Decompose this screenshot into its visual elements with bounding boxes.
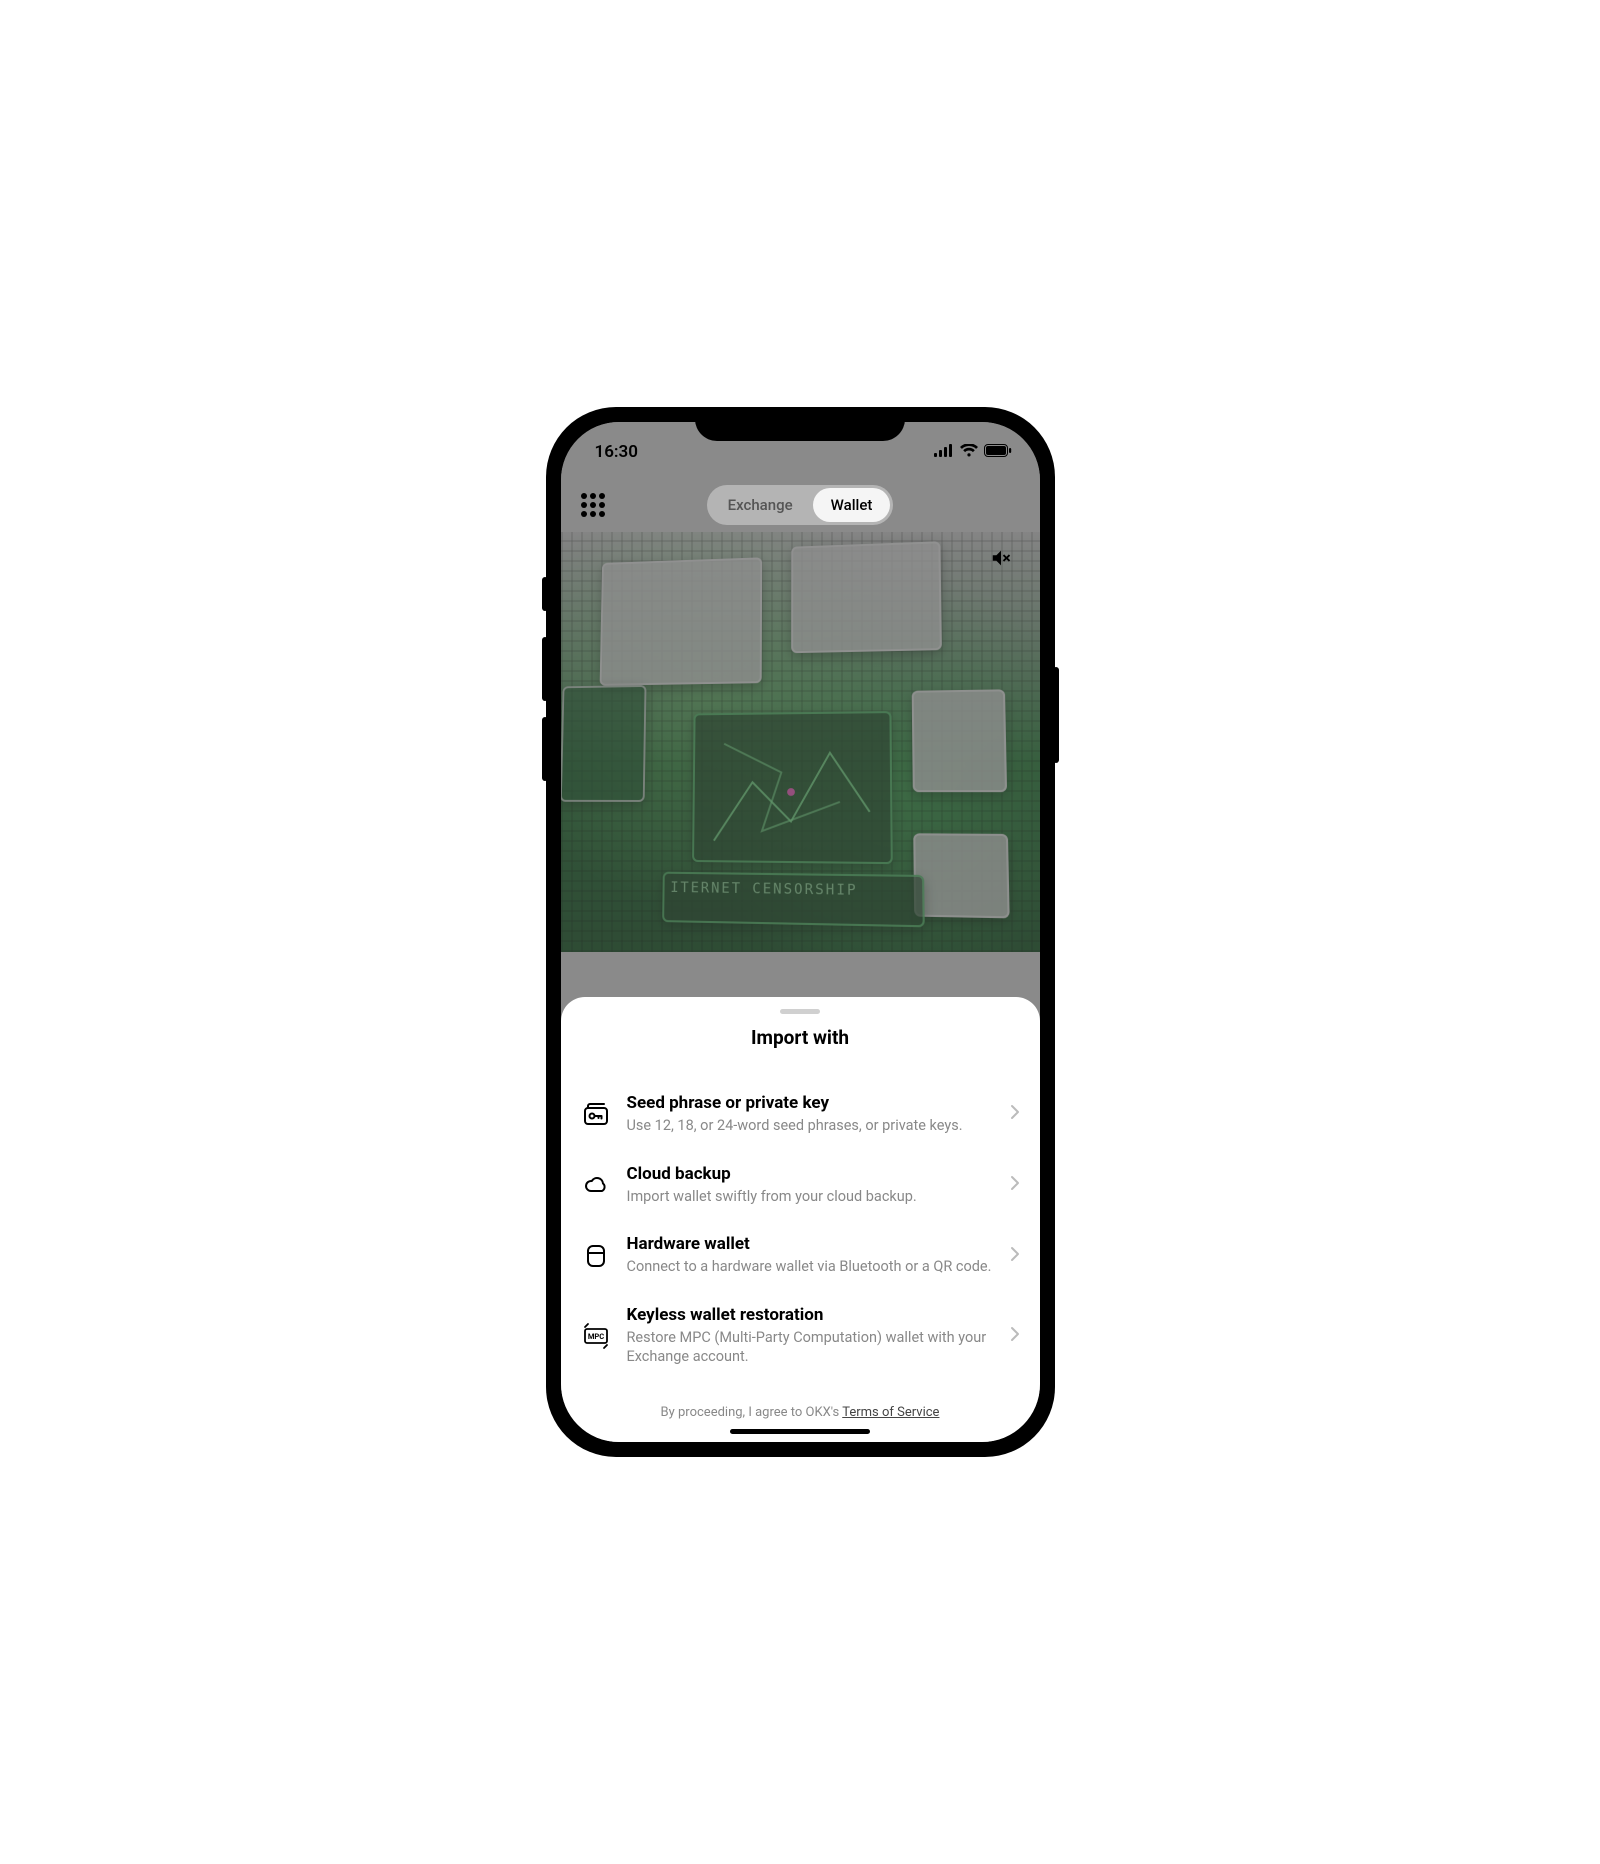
option-desc: Connect to a hardware wallet via Bluetoo…: [627, 1257, 994, 1277]
phone-power-button: [1053, 667, 1059, 763]
option-title: Seed phrase or private key: [627, 1093, 994, 1113]
hardware-wallet-icon: [581, 1241, 611, 1271]
option-cloud-backup[interactable]: Cloud backup Import wallet swiftly from …: [581, 1150, 1020, 1221]
tab-exchange[interactable]: Exchange: [710, 488, 811, 522]
mute-icon[interactable]: [990, 547, 1012, 573]
terms-prefix: By proceeding, I agree to OKX's: [661, 1405, 843, 1420]
mpc-icon: MPC: [581, 1321, 611, 1351]
phone-outline: 16:30 E: [546, 407, 1055, 1457]
battery-icon: [984, 442, 1012, 462]
option-desc: Restore MPC (Multi-Party Computation) wa…: [627, 1328, 994, 1367]
wifi-icon: [960, 442, 978, 462]
option-title: Keyless wallet restoration: [627, 1305, 994, 1325]
sheet-title: Import with: [581, 1026, 1020, 1049]
option-desc: Import wallet swiftly from your cloud ba…: [627, 1187, 994, 1207]
option-hardware-wallet[interactable]: Hardware wallet Connect to a hardware wa…: [581, 1220, 1020, 1291]
home-indicator[interactable]: [730, 1429, 870, 1434]
chevron-right-icon: [1010, 1104, 1020, 1124]
phone-screen: 16:30 E: [561, 422, 1040, 1442]
hero-background: ITERNET CENSORSHIP: [561, 532, 1040, 952]
status-time: 16:30: [595, 442, 638, 462]
mode-segmented-control: Exchange Wallet: [707, 485, 894, 525]
cloud-icon: [581, 1170, 611, 1200]
hero-banner-text: ITERNET CENSORSHIP: [662, 872, 925, 928]
status-indicators: [934, 442, 1012, 462]
sheet-drag-handle[interactable]: [780, 1009, 820, 1014]
terms-of-service-link[interactable]: Terms of Service: [842, 1405, 939, 1420]
chevron-right-icon: [1010, 1326, 1020, 1346]
phone-mute-switch: [542, 577, 548, 611]
tab-wallet[interactable]: Wallet: [813, 488, 891, 522]
import-bottom-sheet: Import with Seed phrase or private key: [561, 997, 1040, 1442]
option-seed-phrase[interactable]: Seed phrase or private key Use 12, 18, o…: [581, 1079, 1020, 1150]
option-title: Cloud backup: [627, 1164, 994, 1184]
phone-notch: [695, 407, 905, 441]
option-keyless-restoration[interactable]: MPC Keyless wallet restoration Restore M…: [581, 1291, 1020, 1381]
key-card-icon: [581, 1099, 611, 1129]
svg-text:MPC: MPC: [587, 1332, 603, 1341]
option-title: Hardware wallet: [627, 1234, 994, 1254]
chevron-right-icon: [1010, 1246, 1020, 1266]
menu-grid-icon[interactable]: [581, 493, 605, 517]
device-frame-container: 16:30 E: [296, 344, 1305, 1520]
phone-volume-up: [542, 637, 548, 701]
cellular-icon: [934, 442, 954, 462]
chevron-right-icon: [1010, 1175, 1020, 1195]
option-desc: Use 12, 18, or 24-word seed phrases, or …: [627, 1116, 994, 1136]
phone-volume-down: [542, 717, 548, 781]
app-header: Exchange Wallet: [561, 477, 1040, 533]
terms-footer: By proceeding, I agree to OKX's Terms of…: [581, 1405, 1020, 1420]
